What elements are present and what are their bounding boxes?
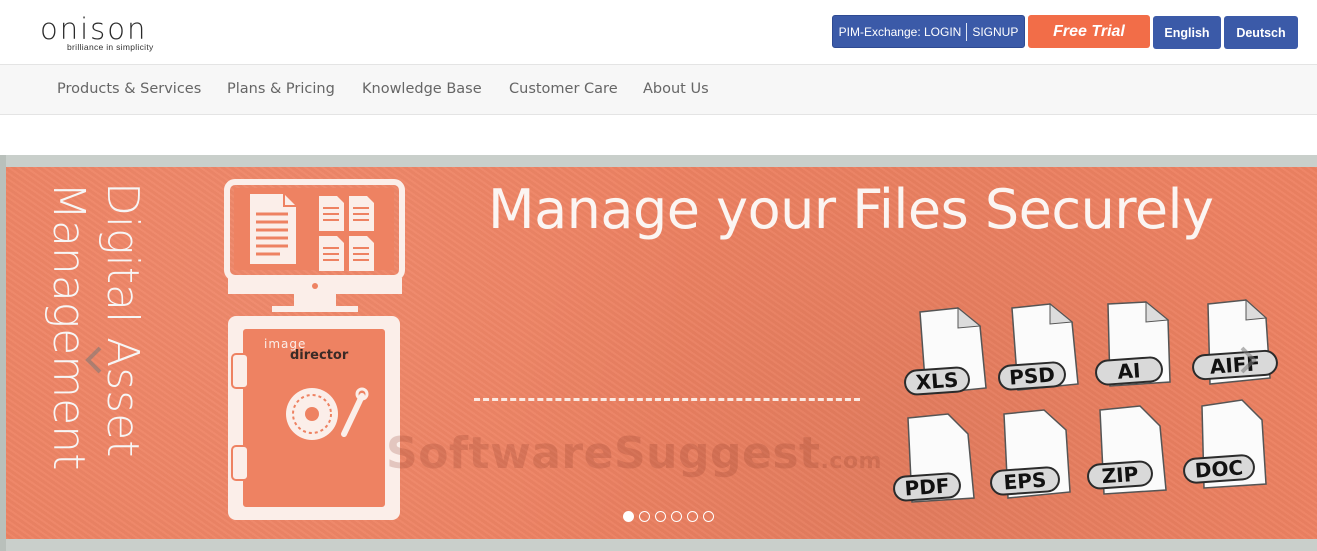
softwaresuggest-watermark: SoftwareSuggest.com	[386, 428, 882, 479]
nav-knowledge-base[interactable]: Knowledge Base	[362, 81, 482, 97]
pim-login-link[interactable]: PIM-Exchange: LOGIN	[839, 25, 962, 39]
brand-bottom-word: director	[290, 348, 349, 363]
watermark-suffix: .com	[820, 449, 882, 474]
nav-customer-care[interactable]: Customer Care	[509, 81, 618, 97]
carousel-dot-3[interactable]	[655, 511, 666, 522]
nav-products-services[interactable]: Products & Services	[57, 81, 201, 97]
carousel-next-icon[interactable]	[1238, 346, 1258, 374]
file-tag-psd: PSD	[997, 360, 1067, 392]
file-tag-pdf: PDF	[892, 471, 962, 503]
banner-side-line2: Management	[43, 182, 94, 471]
file-tag-zip: ZIP	[1086, 459, 1154, 491]
nav-plans-pricing[interactable]: Plans & Pricing	[227, 81, 335, 97]
carousel-prev-icon[interactable]	[84, 346, 104, 374]
main-nav: Products & Services Plans & Pricing Know…	[0, 64, 1317, 115]
logo-tagline: brilliance in simplicity	[67, 42, 154, 52]
file-tag-eps: EPS	[989, 465, 1061, 497]
banner-side-line1: Digital Asset	[97, 182, 148, 458]
deutsch-language-button[interactable]: Deutsch	[1224, 16, 1298, 49]
file-tag-doc: DOC	[1182, 453, 1256, 485]
image-director-brand: image director	[264, 338, 348, 362]
pim-exchange-button: PIM-Exchange: LOGIN SIGNUP	[832, 15, 1025, 48]
file-tag-xls: XLS	[903, 365, 971, 397]
onison-logo[interactable]: onison brilliance in simplicity	[40, 14, 180, 54]
free-trial-button[interactable]: Free Trial	[1028, 15, 1150, 48]
carousel-dot-1[interactable]	[623, 511, 634, 522]
site-header: onison brilliance in simplicity PIM-Exch…	[0, 0, 1317, 64]
pim-signup-link[interactable]: SIGNUP	[972, 25, 1018, 39]
nav-about-us[interactable]: About Us	[643, 81, 709, 97]
watermark-text: SoftwareSuggest	[386, 428, 821, 479]
carousel-indicators	[623, 511, 714, 523]
banner-headline: Manage your Files Securely	[488, 178, 1214, 241]
carousel-dot-6[interactable]	[703, 511, 714, 522]
banner-side-title: Digital Asset Management	[20, 182, 148, 527]
logo-wordmark: onison	[40, 12, 148, 46]
english-language-button[interactable]: English	[1153, 16, 1221, 49]
carousel-dot-5[interactable]	[687, 511, 698, 522]
banner-dashed-line	[474, 398, 860, 401]
carousel-dot-2[interactable]	[639, 511, 650, 522]
carousel-dot-4[interactable]	[671, 511, 682, 522]
pim-separator	[966, 22, 968, 41]
file-tag-ai: AI	[1094, 355, 1164, 387]
